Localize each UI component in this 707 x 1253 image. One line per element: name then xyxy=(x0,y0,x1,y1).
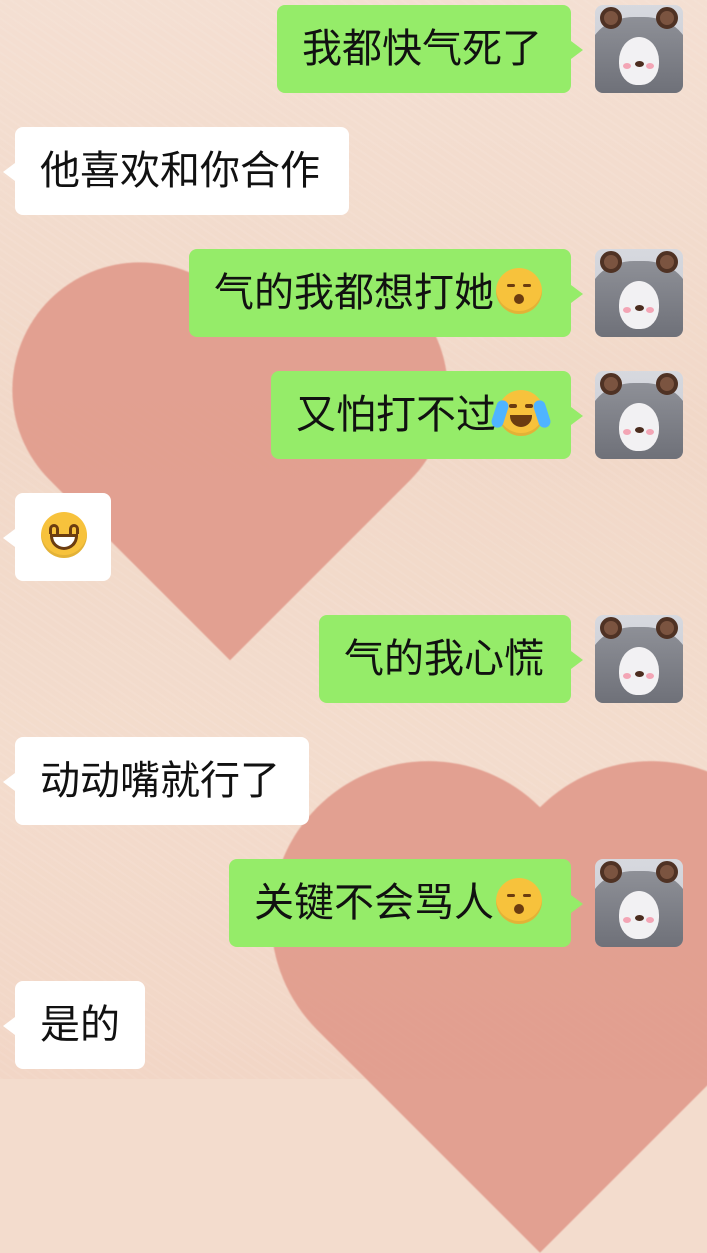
outgoing-message-bubble[interactable]: 我都快气死了 xyxy=(277,5,583,93)
loudly-crying-face-emoji-icon xyxy=(489,390,553,436)
kissing-face-emoji-icon xyxy=(496,878,542,924)
message-text: 关键不会骂人 xyxy=(254,880,494,926)
kissing-face-emoji-icon xyxy=(496,268,542,314)
message-text: 我都快气死了 xyxy=(302,26,542,72)
avatar[interactable] xyxy=(595,5,683,93)
outgoing-message-bubble[interactable]: 关键不会骂人 xyxy=(229,859,583,947)
grinning-face-emoji-icon xyxy=(41,512,87,558)
incoming-message-bubble[interactable] xyxy=(3,493,111,581)
incoming-message-bubble[interactable]: 他喜欢和你合作 xyxy=(3,127,349,215)
outgoing-message-bubble[interactable]: 气的我心慌 xyxy=(319,615,583,703)
message-text: 气的我心慌 xyxy=(344,636,544,682)
incoming-message-bubble[interactable]: 是的 xyxy=(3,981,145,1069)
message-text: 动动嘴就行了 xyxy=(40,758,280,804)
avatar[interactable] xyxy=(595,859,683,947)
avatar[interactable] xyxy=(595,615,683,703)
incoming-message-bubble[interactable]: 动动嘴就行了 xyxy=(3,737,309,825)
message-text: 他喜欢和你合作 xyxy=(40,148,320,194)
avatar[interactable] xyxy=(595,249,683,337)
message-text: 是的 xyxy=(40,1002,120,1048)
message-text: 又怕打不过 xyxy=(296,392,496,438)
avatar[interactable] xyxy=(595,371,683,459)
outgoing-message-bubble[interactable]: 气的我都想打她 xyxy=(189,249,583,337)
outgoing-message-bubble[interactable]: 又怕打不过 xyxy=(271,371,583,459)
message-text: 气的我都想打她 xyxy=(214,270,494,316)
